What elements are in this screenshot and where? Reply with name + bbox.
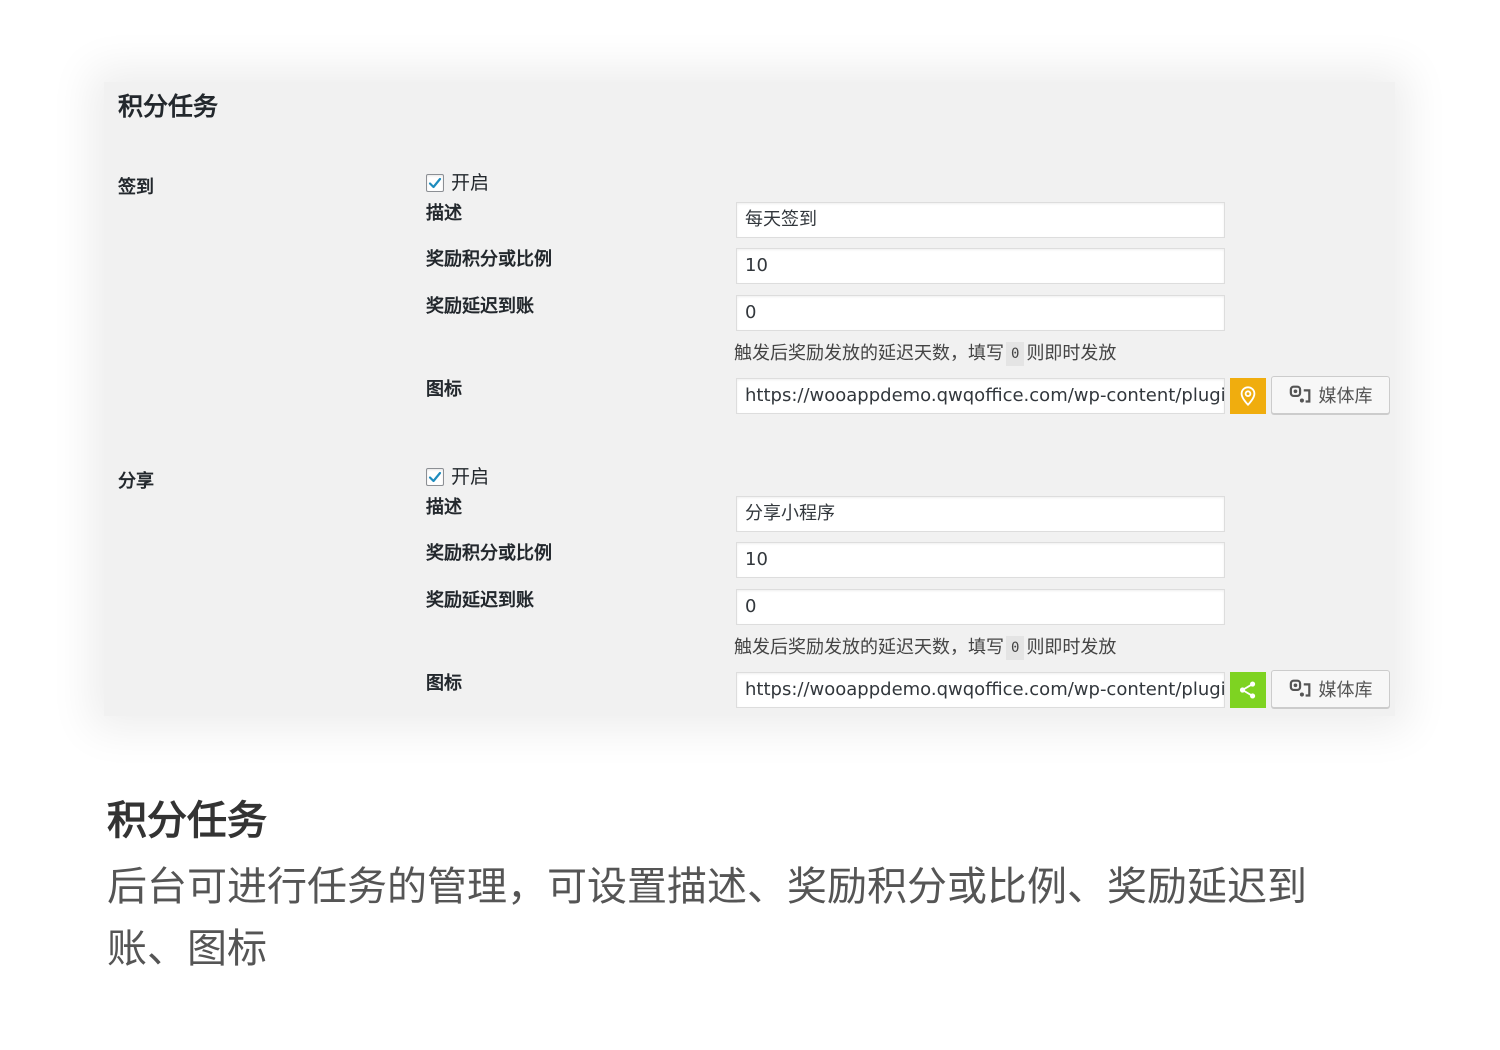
checkin-icon-url-input[interactable]: https://wooappdemo.qwqoffice.com/wp-cont… <box>736 378 1225 414</box>
share-media-library-button[interactable]: 媒体库 <box>1271 670 1390 708</box>
media-library-label: 媒体库 <box>1318 680 1373 701</box>
caption-title: 积分任务 <box>107 798 267 844</box>
share-enable-checkbox[interactable] <box>426 468 444 486</box>
section-label-share: 分享 <box>118 471 154 492</box>
checkmark-icon <box>428 177 442 189</box>
checkin-description-input[interactable]: 每天签到 <box>736 202 1225 238</box>
share-icon-preview <box>1230 672 1266 708</box>
media-library-icon <box>1289 679 1310 697</box>
checkin-delay-label: 奖励延迟到账 <box>426 296 534 317</box>
checkin-reward-label: 奖励积分或比例 <box>426 249 552 270</box>
hint-code: 0 <box>1006 636 1025 660</box>
checkin-enable-checkbox[interactable] <box>426 174 444 192</box>
checkin-enable-row[interactable]: 开启 <box>426 171 489 195</box>
checkin-delay-hint: 触发后奖励发放的延迟天数，填写 0 则即时发放 <box>734 341 1116 367</box>
hint-text-before: 触发后奖励发放的延迟天数，填写 <box>734 637 1004 658</box>
share-enable-row[interactable]: 开启 <box>426 465 489 489</box>
caption-description: 后台可进行任务的管理，可设置描述、奖励积分或比例、奖励延迟到账、图标 <box>107 864 1307 972</box>
media-library-label: 媒体库 <box>1318 386 1373 407</box>
share-icon <box>1239 681 1256 699</box>
share-description-label: 描述 <box>426 497 462 518</box>
media-library-icon <box>1289 385 1310 403</box>
hint-text-before: 触发后奖励发放的延迟天数，填写 <box>734 343 1004 364</box>
share-delay-hint: 触发后奖励发放的延迟天数，填写 0 则即时发放 <box>734 635 1116 661</box>
location-pin-icon <box>1240 386 1256 407</box>
checkin-reward-input[interactable]: 10 <box>736 248 1225 284</box>
share-enable-label: 开启 <box>451 466 490 488</box>
hint-text-after: 则即时发放 <box>1026 343 1117 364</box>
checkin-enable-label: 开启 <box>451 172 490 194</box>
share-description-input[interactable]: 分享小程序 <box>736 496 1225 532</box>
share-reward-input[interactable]: 10 <box>736 542 1225 578</box>
share-delay-label: 奖励延迟到账 <box>426 590 534 611</box>
hint-code: 0 <box>1006 342 1025 366</box>
checkin-description-label: 描述 <box>426 203 462 224</box>
checkin-media-library-button[interactable]: 媒体库 <box>1271 376 1390 414</box>
share-reward-label: 奖励积分或比例 <box>426 543 552 564</box>
share-delay-input[interactable]: 0 <box>736 589 1225 625</box>
share-icon-label: 图标 <box>426 673 462 694</box>
hint-text-after: 则即时发放 <box>1026 637 1117 658</box>
section-label-checkin: 签到 <box>118 177 154 198</box>
panel-title: 积分任务 <box>118 92 219 121</box>
share-icon-url-input[interactable]: https://wooappdemo.qwqoffice.com/wp-cont… <box>736 672 1225 708</box>
checkin-delay-input[interactable]: 0 <box>736 295 1225 331</box>
points-tasks-panel: 积分任务 签到 开启 描述 每天签到 奖励积分或比例 10 奖励延迟到账 0 触… <box>104 82 1395 716</box>
checkin-icon-preview <box>1230 378 1266 414</box>
checkmark-icon <box>428 471 442 483</box>
checkin-icon-label: 图标 <box>426 379 462 400</box>
